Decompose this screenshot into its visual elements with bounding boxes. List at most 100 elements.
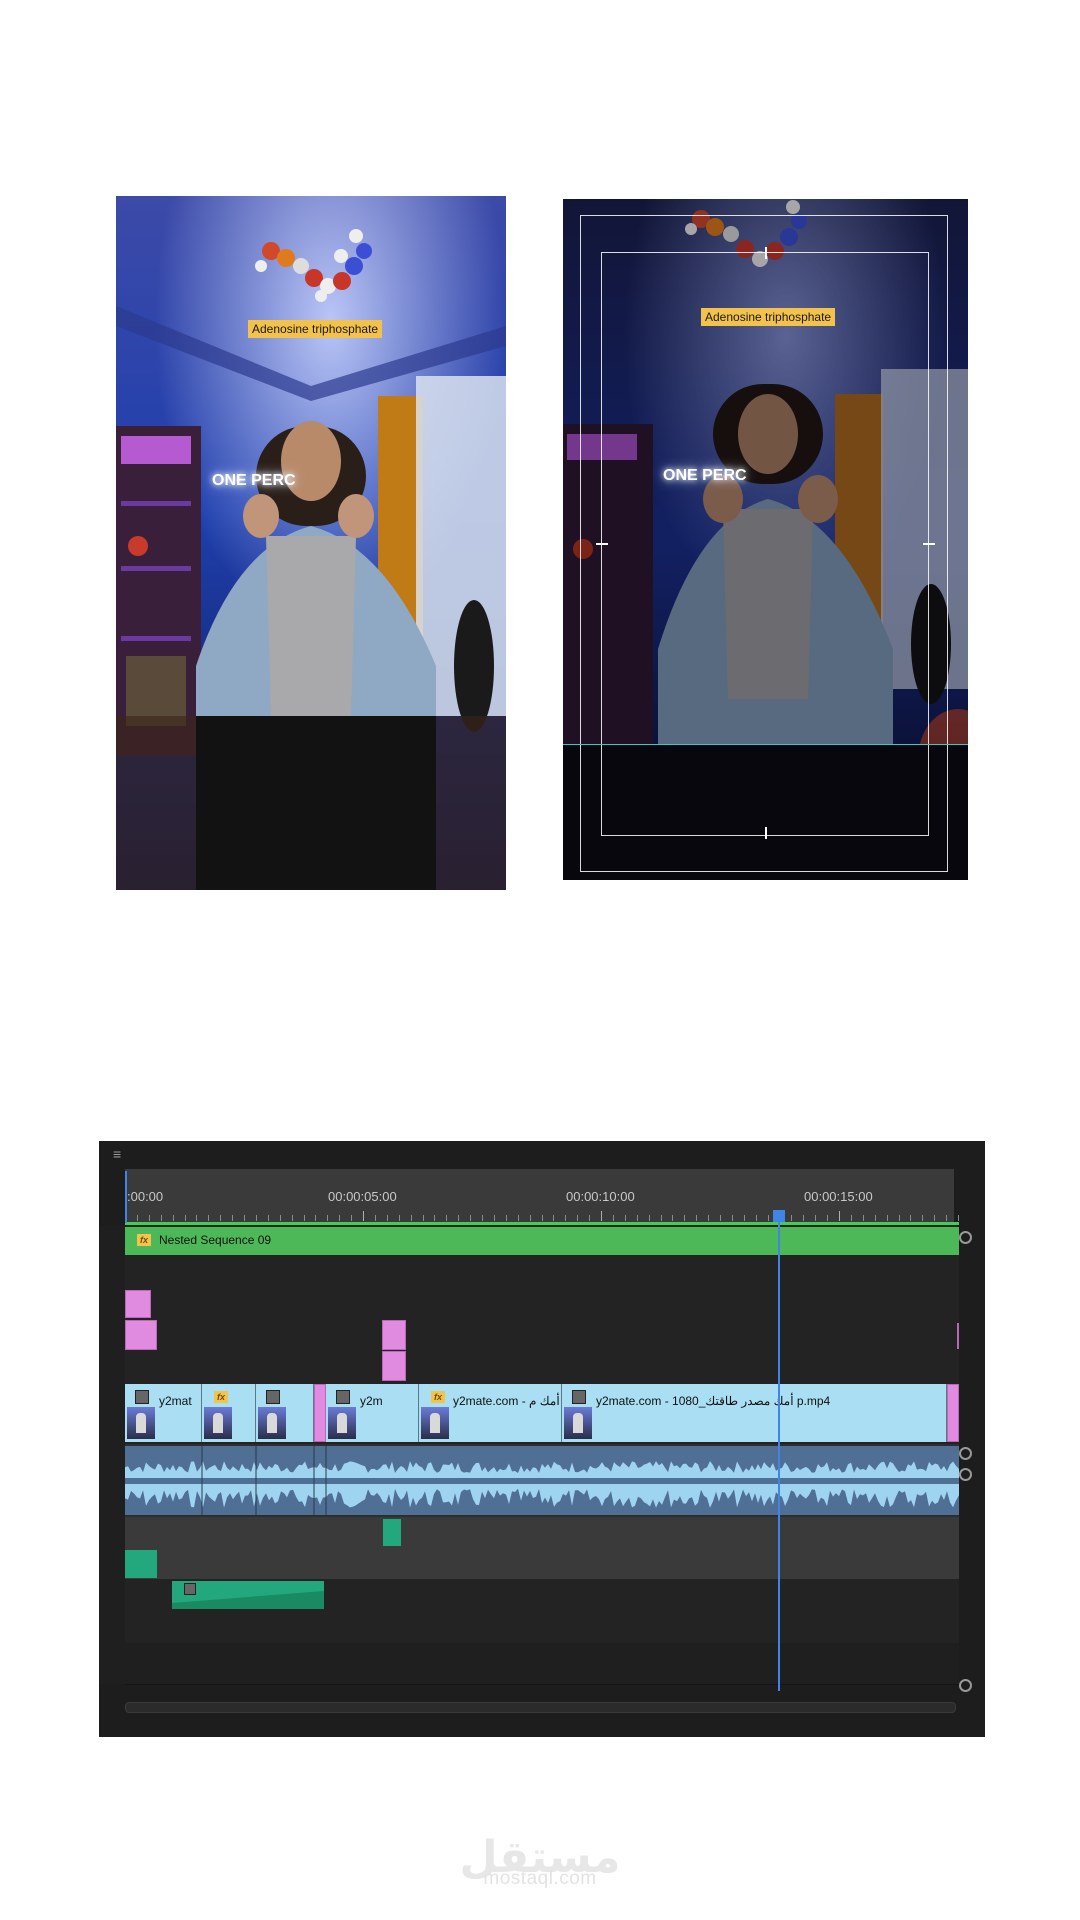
ruler-tick bbox=[946, 1215, 948, 1221]
ruler-tick bbox=[612, 1215, 614, 1221]
guide-tick-bottom bbox=[765, 827, 767, 839]
work-area-bar[interactable] bbox=[125, 1222, 959, 1225]
graphic-clip-edge[interactable] bbox=[957, 1323, 959, 1349]
scroll-knob[interactable] bbox=[959, 1468, 972, 1481]
track-headers bbox=[99, 1226, 126, 1684]
graphic-clip[interactable] bbox=[382, 1320, 406, 1350]
preview-frame-original: ONE PERC Adenosine triphosphate bbox=[116, 196, 506, 890]
ruler-tick bbox=[422, 1215, 424, 1221]
ruler-tick bbox=[410, 1215, 412, 1221]
graphic-clip[interactable] bbox=[125, 1320, 157, 1350]
track-area[interactable]: fx Nested Sequence 09 y2mat fx y2m fx y2… bbox=[125, 1226, 959, 1685]
ruler-tick bbox=[767, 1215, 769, 1221]
audio-clip[interactable] bbox=[125, 1446, 959, 1515]
playhead-line[interactable] bbox=[778, 1221, 780, 1691]
video-scene bbox=[116, 196, 506, 890]
nested-sequence-clip[interactable]: fx Nested Sequence 09 bbox=[125, 1227, 959, 1255]
ruler-tick bbox=[601, 1211, 602, 1221]
track-v6: fx Nested Sequence 09 bbox=[125, 1226, 959, 1257]
ruler-tick bbox=[886, 1215, 888, 1221]
ruler-tick bbox=[910, 1215, 912, 1221]
clip-name: y2mate.com - أمك م bbox=[453, 1394, 560, 1408]
ruler-tick bbox=[803, 1215, 805, 1221]
ruler-tick bbox=[220, 1215, 222, 1221]
track-empty bbox=[125, 1643, 959, 1685]
ruler-tick bbox=[255, 1215, 257, 1221]
video-clip[interactable]: y2mate.com - 1080_أمك مصدر طاقتك p.mp4 bbox=[562, 1384, 947, 1442]
ruler-tick bbox=[958, 1215, 959, 1221]
ruler-tick bbox=[136, 1215, 138, 1221]
ruler-tick bbox=[839, 1211, 840, 1221]
snap-guide-line bbox=[563, 744, 968, 745]
time-ruler[interactable]: :00:00 00:00:05:00 00:00:10:00 00:00:15:… bbox=[125, 1169, 959, 1223]
title-safe-guide bbox=[601, 252, 929, 836]
graphic-clip[interactable] bbox=[382, 1351, 406, 1381]
ruler-tick bbox=[565, 1215, 567, 1221]
ruler-tick bbox=[470, 1215, 472, 1221]
audio-fx-clip[interactable] bbox=[125, 1550, 157, 1578]
fx-badge: fx bbox=[431, 1391, 445, 1403]
ruler-tick bbox=[160, 1215, 162, 1221]
clip-name: y2mat bbox=[159, 1394, 192, 1408]
ruler-tick bbox=[874, 1215, 876, 1221]
ruler-tick bbox=[577, 1215, 579, 1221]
horizontal-scrollbar[interactable] bbox=[125, 1702, 956, 1713]
ruler-tick bbox=[351, 1215, 353, 1221]
transition-marker[interactable] bbox=[314, 1384, 326, 1442]
clip-thumbnail bbox=[258, 1407, 286, 1439]
audio-fx-clip[interactable] bbox=[172, 1581, 324, 1609]
video-clip[interactable]: fx bbox=[202, 1384, 256, 1442]
audio-waveform bbox=[172, 1591, 324, 1609]
menu-icon[interactable]: ≡ bbox=[113, 1147, 121, 1161]
ruler-tick bbox=[541, 1215, 543, 1221]
preview-frame-safe-margins[interactable]: ONE PERC Adenosine triphosphate bbox=[563, 199, 968, 880]
clip-name: Nested Sequence 09 bbox=[159, 1233, 272, 1247]
video-clip[interactable] bbox=[256, 1384, 314, 1442]
audio-fx-clip[interactable] bbox=[383, 1519, 401, 1546]
ruler-tick bbox=[267, 1215, 269, 1221]
ruler-tick bbox=[922, 1215, 924, 1221]
neon-sign: ONE PERC bbox=[212, 472, 296, 489]
ruler-tick bbox=[684, 1215, 686, 1221]
scroll-knob[interactable] bbox=[959, 1679, 972, 1692]
track-v2 bbox=[125, 1351, 959, 1383]
video-clip[interactable]: y2m bbox=[326, 1384, 419, 1442]
track-v5 bbox=[125, 1256, 959, 1289]
clip-thumbnail bbox=[204, 1407, 232, 1439]
scroll-knob[interactable] bbox=[959, 1447, 972, 1460]
ruler-tick bbox=[291, 1215, 293, 1221]
clip-link-icon bbox=[135, 1390, 149, 1404]
ruler-tick bbox=[446, 1215, 448, 1221]
ruler-tick bbox=[743, 1215, 745, 1221]
track-a1 bbox=[125, 1444, 959, 1518]
ruler-tick bbox=[934, 1215, 936, 1221]
fx-badge: fx bbox=[137, 1234, 151, 1246]
clip-link-icon bbox=[266, 1390, 280, 1404]
ruler-tick bbox=[327, 1215, 329, 1221]
video-clip[interactable]: fx y2mate.com - أمك م bbox=[419, 1384, 562, 1442]
ruler-tick bbox=[232, 1215, 234, 1221]
ruler-tick bbox=[279, 1215, 281, 1221]
track-a2 bbox=[125, 1517, 959, 1549]
ruler-tick bbox=[862, 1215, 864, 1221]
track-v3 bbox=[125, 1319, 959, 1352]
graphic-clip[interactable] bbox=[125, 1290, 151, 1318]
ruler-tick bbox=[505, 1215, 507, 1221]
ruler-tick bbox=[529, 1215, 531, 1221]
ruler-tick bbox=[696, 1215, 698, 1221]
clip-thumbnail bbox=[564, 1407, 592, 1439]
clip-link-icon bbox=[572, 1390, 586, 1404]
timecode-label: 00:00:15:00 bbox=[804, 1189, 873, 1204]
ruler-tick bbox=[517, 1215, 519, 1221]
ruler-tick bbox=[172, 1215, 174, 1221]
ruler-tick bbox=[208, 1215, 210, 1221]
ruler-tick bbox=[482, 1215, 483, 1221]
scroll-knob[interactable] bbox=[959, 1231, 972, 1244]
fx-badge: fx bbox=[214, 1391, 228, 1403]
guide-tick-left bbox=[596, 543, 608, 545]
timecode-label: 00:00:05:00 bbox=[328, 1189, 397, 1204]
ruler-tick bbox=[648, 1215, 650, 1221]
transition-marker[interactable] bbox=[947, 1384, 959, 1442]
video-clip[interactable]: y2mat bbox=[125, 1384, 202, 1442]
ruler-tick bbox=[493, 1215, 495, 1221]
